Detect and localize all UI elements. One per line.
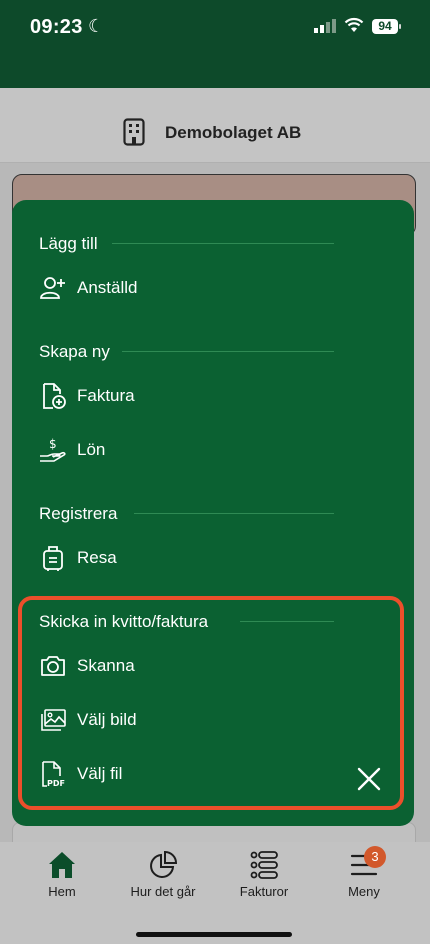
luggage-icon (43, 546, 63, 571)
section-divider (112, 243, 334, 244)
tab-invoices[interactable]: Fakturor (214, 850, 314, 899)
building-icon (123, 118, 145, 146)
menu-item-label: Lön (77, 440, 106, 459)
menu-item-trip[interactable]: Resa (39, 543, 117, 573)
close-icon[interactable] (354, 764, 384, 794)
section-title-register: Registrera (39, 504, 118, 523)
moon-icon: ☾ (88, 16, 105, 36)
battery-icon: 94 (372, 19, 398, 34)
add-user-icon (40, 277, 65, 299)
section-divider (134, 513, 334, 514)
company-name: Demobolaget AB (165, 123, 302, 142)
tab-label: Hem (48, 884, 76, 899)
home-icon (49, 852, 75, 878)
menu-item-invoice[interactable]: Faktura (39, 381, 135, 411)
tab-label: Meny (348, 884, 380, 899)
pie-chart-icon (150, 850, 178, 878)
section-divider (122, 351, 334, 352)
tab-label: Fakturor (239, 884, 289, 899)
tab-label: Hur det går (130, 884, 196, 899)
highlight-outline (18, 596, 404, 810)
tab-progress[interactable]: Hur det går (113, 850, 213, 899)
battery-tip (399, 24, 401, 29)
svg-text:$: $ (49, 437, 57, 451)
list-icon (250, 851, 278, 879)
notification-badge: 3 (364, 846, 386, 868)
company-header[interactable]: Demobolaget AB (0, 88, 430, 163)
section-title-create: Skapa ny (39, 342, 110, 361)
menu-item-label: Faktura (77, 386, 135, 405)
wifi-icon (344, 17, 364, 32)
status-bar: 09:23 ☾ 94 (0, 0, 430, 88)
tab-home[interactable]: Hem (12, 850, 112, 899)
salary-hand-icon: $ (40, 437, 66, 462)
section-title-add: Lägg till (39, 234, 98, 253)
invoice-add-icon (43, 383, 66, 409)
menu-item-employee[interactable]: Anställd (39, 273, 137, 303)
menu-item-salary[interactable]: $ Lön (39, 435, 105, 465)
menu-item-label: Anställd (77, 278, 138, 297)
status-time: 09:23 (30, 16, 83, 38)
signal-icon (314, 19, 336, 33)
home-indicator (136, 932, 292, 937)
menu-item-label: Resa (77, 548, 117, 567)
